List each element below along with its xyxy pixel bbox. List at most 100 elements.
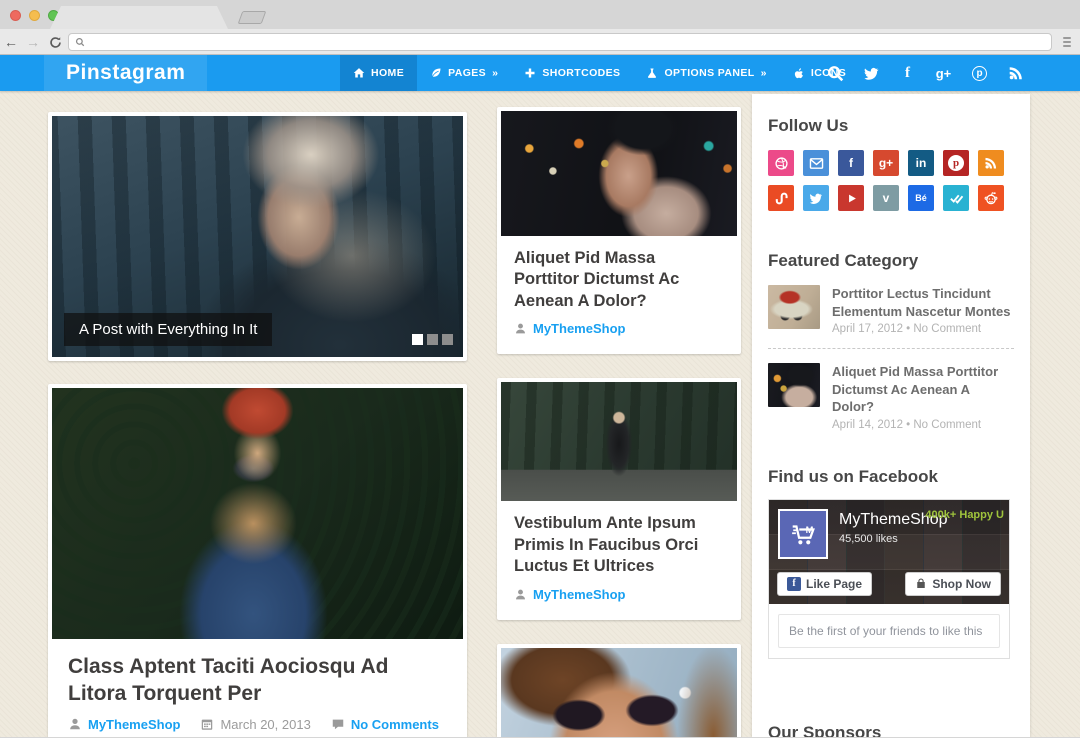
- post-image[interactable]: [501, 382, 737, 501]
- address-input[interactable]: [85, 36, 1045, 48]
- featured-slider: A Post with Everything In It: [48, 112, 467, 361]
- featured-item: Aliquet Pid Massa Porttitor Dictumst Ac …: [768, 363, 1014, 431]
- divider: [768, 348, 1014, 349]
- main-nav: HOME PAGES» SHORTCODES OPTIONS PANEL» IC…: [340, 55, 859, 91]
- site-logo[interactable]: Pinstagram: [44, 55, 207, 91]
- post-image[interactable]: [501, 111, 737, 236]
- vimeo-icon[interactable]: v: [873, 185, 899, 211]
- youtube-play-icon[interactable]: [838, 185, 864, 211]
- linkedin-icon[interactable]: in: [908, 150, 934, 176]
- rss-icon[interactable]: [978, 150, 1004, 176]
- close-button[interactable]: [10, 10, 21, 21]
- pinterest-icon[interactable]: p: [971, 65, 988, 82]
- twitter-icon[interactable]: [863, 65, 880, 82]
- author-icon: [514, 322, 527, 335]
- column-middle: Aliquet Pid Massa Porttitor Dictumst Ac …: [497, 107, 741, 737]
- shopping-bag-icon: [915, 577, 927, 590]
- facebook-icon[interactable]: f: [838, 150, 864, 176]
- svg-text:M: M: [806, 525, 814, 535]
- comments-link[interactable]: No Comments: [351, 717, 439, 732]
- flask-icon: [646, 67, 658, 79]
- rss-icon[interactable]: [1007, 65, 1024, 82]
- forward-button[interactable]: →: [22, 30, 44, 54]
- browser-menu-icon[interactable]: [1060, 35, 1074, 49]
- calendar-icon: [200, 717, 214, 731]
- facebook-likes-count: 45,500 likes: [839, 533, 898, 545]
- reddit-alien-icon[interactable]: [978, 185, 1004, 211]
- author-link[interactable]: MyThemeShop: [533, 321, 625, 336]
- post-image[interactable]: [52, 388, 463, 639]
- header-social: f g+ p: [827, 55, 1024, 91]
- post-card: [497, 644, 741, 737]
- home-icon: [353, 67, 365, 79]
- post-image[interactable]: [501, 648, 737, 737]
- page-viewport: Pinstagram HOME PAGES» SHORTCODES OPTIO: [0, 55, 1080, 737]
- post-meta: MyThemeShop: [514, 321, 724, 336]
- browser-tab[interactable]: [50, 6, 228, 29]
- facebook-cover-photo: M MyThemeShop 45,500 likes 400k+ Happy U…: [769, 500, 1009, 604]
- post-title[interactable]: Class Aptent Taciti Aociosqu Ad Litora T…: [68, 653, 447, 708]
- nav-item-shortcodes[interactable]: SHORTCODES: [511, 55, 633, 91]
- featured-thumbnail[interactable]: [768, 285, 820, 329]
- featured-item-title[interactable]: Aliquet Pid Massa Porttitor Dictumst Ac …: [832, 363, 1014, 416]
- author-icon: [514, 588, 527, 601]
- google-plus-icon[interactable]: g+: [935, 65, 952, 82]
- google-plus-icon[interactable]: g+: [873, 150, 899, 176]
- featured-category-title: Featured Category: [768, 251, 1014, 271]
- like-page-button[interactable]: f Like Page: [777, 572, 872, 596]
- post-card: Vestibulum Ante Ipsum Primis In Faucibus…: [497, 378, 741, 619]
- slider-caption[interactable]: A Post with Everything In It: [64, 313, 272, 346]
- post-card: Aliquet Pid Massa Porttitor Dictumst Ac …: [497, 107, 741, 354]
- author-link[interactable]: MyThemeShop: [533, 587, 625, 602]
- nav-item-options-panel[interactable]: OPTIONS PANEL»: [633, 55, 779, 91]
- featured-item-date: April 17, 2012 • No Comment: [832, 323, 1014, 335]
- facebook-like-box: M MyThemeShop 45,500 likes 400k+ Happy U…: [768, 499, 1010, 659]
- new-tab-button[interactable]: [238, 11, 267, 24]
- facebook-message-area: Be the first of your friends to like thi…: [769, 604, 1009, 658]
- post-date: March 20, 2013: [220, 717, 310, 732]
- follow-us-title: Follow Us: [768, 116, 1014, 136]
- minimize-button[interactable]: [29, 10, 40, 21]
- browser-toolbar: ← →: [0, 29, 1080, 55]
- facebook-page-avatar[interactable]: M: [778, 509, 828, 559]
- facebook-icon: f: [787, 577, 801, 591]
- browser-window: ← → Pinstagram HOME PAGES»: [0, 0, 1080, 738]
- search-icon: [75, 37, 85, 47]
- pinterest-icon[interactable]: p: [943, 150, 969, 176]
- featured-item: Porttitor Lectus Tincidunt Elementum Nas…: [768, 285, 1014, 335]
- social-grid: f g+ in p v Bé: [768, 150, 1014, 211]
- comment-icon: [331, 717, 345, 731]
- slider-pagination: [412, 334, 453, 345]
- slider-dot-3[interactable]: [442, 334, 453, 345]
- featured-thumbnail[interactable]: [768, 363, 820, 407]
- plus-icon: [524, 67, 536, 79]
- slider-dot-2[interactable]: [427, 334, 438, 345]
- facebook-widget-title: Find us on Facebook: [768, 467, 1014, 487]
- stumbleupon-icon[interactable]: [768, 185, 794, 211]
- twitter-icon[interactable]: [803, 185, 829, 211]
- shop-now-button[interactable]: Shop Now: [905, 572, 1001, 596]
- cart-logo-icon: M: [788, 519, 818, 549]
- browser-titlebar: [0, 0, 1080, 29]
- checkmarks-icon[interactable]: [943, 185, 969, 211]
- window-controls: [10, 10, 59, 21]
- leaf-icon: [430, 67, 442, 79]
- post-title[interactable]: Aliquet Pid Massa Porttitor Dictumst Ac …: [514, 248, 724, 312]
- nav-item-home[interactable]: HOME: [340, 55, 417, 91]
- post-title[interactable]: Vestibulum Ante Ipsum Primis In Faucibus…: [514, 513, 724, 577]
- nav-item-pages[interactable]: PAGES»: [417, 55, 511, 91]
- dribbble-icon[interactable]: [768, 150, 794, 176]
- refresh-icon[interactable]: [44, 30, 66, 54]
- featured-item-title[interactable]: Porttitor Lectus Tincidunt Elementum Nas…: [832, 285, 1014, 320]
- address-bar[interactable]: [68, 33, 1052, 51]
- post-meta: MyThemeShop March 20, 2013 No Comments: [68, 717, 447, 732]
- back-button[interactable]: ←: [0, 30, 22, 54]
- facebook-icon[interactable]: f: [899, 65, 916, 82]
- behance-icon[interactable]: Bé: [908, 185, 934, 211]
- facebook-message: Be the first of your friends to like thi…: [778, 614, 1000, 648]
- email-icon[interactable]: [803, 150, 829, 176]
- facebook-cover-badge: 400k+ Happy U: [925, 509, 1004, 521]
- author-link[interactable]: MyThemeShop: [88, 717, 180, 732]
- search-icon[interactable]: [827, 65, 844, 82]
- slider-dot-1[interactable]: [412, 334, 423, 345]
